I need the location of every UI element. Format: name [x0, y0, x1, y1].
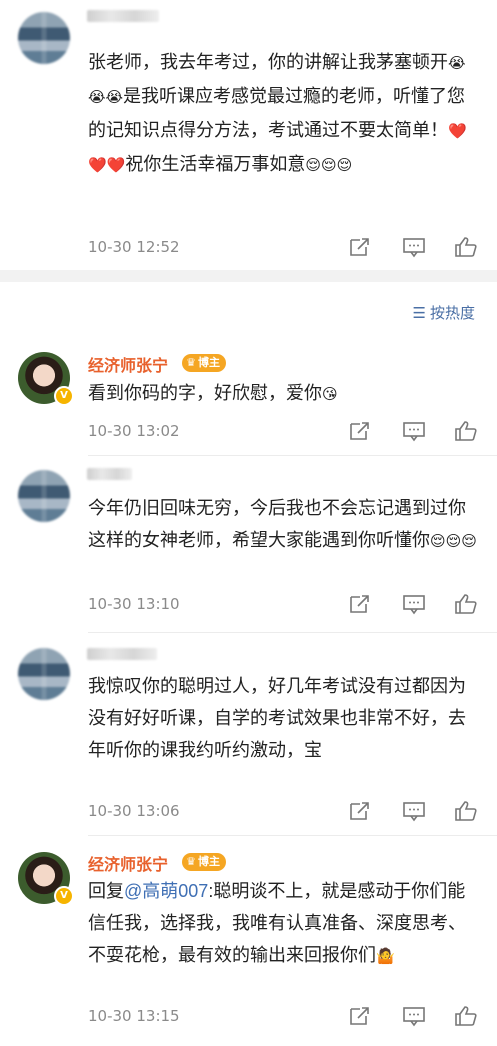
comment-icon[interactable] — [402, 420, 426, 442]
comment-time: 10-30 13:15 — [88, 1007, 180, 1025]
smile-emoji: 😌😌😌 — [430, 533, 477, 550]
comment-time: 10-30 13:06 — [88, 802, 180, 820]
crown-icon: ♛ — [186, 855, 196, 868]
comment-time: 10-30 12:52 — [88, 238, 180, 256]
comment-icon[interactable] — [402, 593, 426, 615]
like-icon[interactable] — [454, 420, 478, 442]
like-icon[interactable] — [454, 236, 478, 258]
comment-time: 10-30 13:02 — [88, 422, 180, 440]
share-icon[interactable] — [348, 1005, 372, 1027]
comment-text: 今年仍旧回味无穷，今后我也不会忘记遇到过你这样的女神老师，希望大家能遇到你听懂你… — [88, 498, 477, 550]
blogger-badge: ♛ 博主 — [182, 853, 226, 871]
username-blurred[interactable] — [87, 10, 159, 22]
username[interactable]: 经济师张宁 — [88, 851, 168, 875]
mention-link[interactable]: @高萌007 — [124, 881, 208, 901]
comment-text: 张老师，我去年考过，你的讲解让我茅塞顿开😭😭😭是我听课应考感觉最过瘾的老师，听懂… — [88, 52, 467, 174]
blogger-badge: ♛ 博主 — [182, 354, 226, 372]
kiss-emoji: 😘 — [322, 386, 338, 403]
like-icon[interactable] — [454, 1005, 478, 1027]
username[interactable]: 经济师张宁 — [88, 352, 168, 376]
verified-icon: V — [54, 386, 74, 406]
share-icon[interactable] — [348, 420, 372, 442]
sort-icon: ☰ — [412, 304, 426, 322]
username-blurred[interactable] — [87, 468, 132, 480]
share-icon[interactable] — [348, 593, 372, 615]
share-icon[interactable] — [348, 236, 372, 258]
comment-text: 看到你码的字，好欣慰，爱你😘 — [88, 383, 338, 403]
section-divider — [0, 270, 497, 282]
shrug-emoji: 🤷 — [376, 948, 395, 965]
divider — [88, 455, 497, 456]
comment-icon[interactable] — [402, 1005, 426, 1027]
divider — [88, 632, 497, 633]
like-icon[interactable] — [454, 593, 478, 615]
comment-text: 我惊叹你的聪明过人，好几年考试没有过都因为没有好好听课，自学的考试效果也非常不好… — [88, 676, 466, 760]
share-icon[interactable] — [348, 800, 372, 822]
avatar[interactable] — [18, 470, 70, 522]
verified-icon: V — [54, 886, 74, 906]
crown-icon: ♛ — [186, 356, 196, 369]
like-icon[interactable] — [454, 800, 478, 822]
comment-icon[interactable] — [402, 800, 426, 822]
smile-emoji: 😌😌😌 — [305, 157, 353, 174]
avatar[interactable] — [18, 12, 70, 64]
sort-label: 按热度 — [429, 304, 475, 322]
comment-time: 10-30 13:10 — [88, 595, 180, 613]
comment-text: 回复@高萌007:聪明谈不上，就是感动于你们能信任我，选择我，我唯有认真准备、深… — [88, 881, 466, 965]
avatar[interactable] — [18, 648, 70, 700]
username-blurred[interactable] — [87, 648, 157, 660]
divider — [88, 835, 497, 836]
comment-icon[interactable] — [402, 236, 426, 258]
sort-by-hot-button[interactable]: ☰ 按热度 — [413, 302, 475, 323]
